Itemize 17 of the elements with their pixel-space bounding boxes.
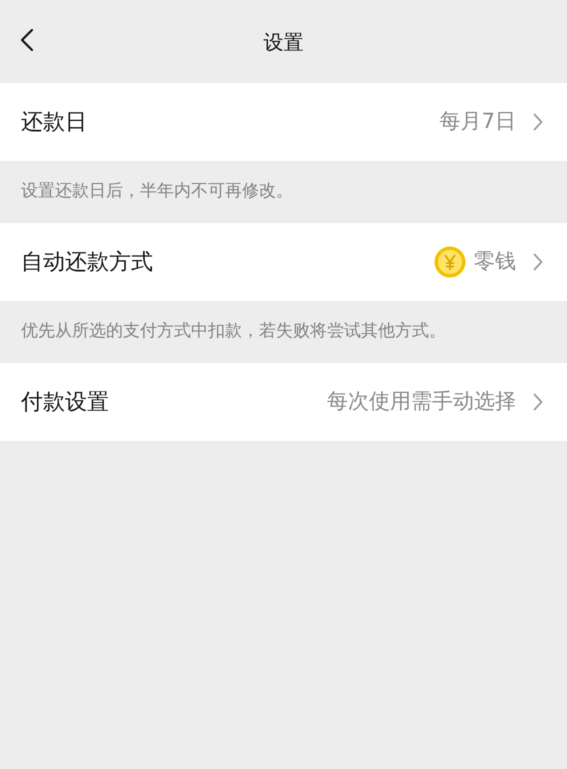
back-icon[interactable] bbox=[20, 28, 34, 52]
settings-row[interactable]: 自动还款方式 零钱 bbox=[0, 223, 567, 301]
setting-value: 零钱 bbox=[474, 248, 516, 276]
setting-label: 自动还款方式 bbox=[21, 248, 153, 276]
setting-value: 每月7日 bbox=[440, 108, 516, 136]
hint-text: 优先从所选的支付方式中扣款，若失败将尝试其他方式。 bbox=[21, 320, 446, 344]
chevron-right-icon bbox=[533, 113, 543, 131]
settings-row[interactable]: 还款日 每月7日 bbox=[0, 83, 567, 161]
setting-label: 付款设置 bbox=[21, 388, 109, 416]
setting-label: 还款日 bbox=[21, 108, 87, 136]
settings-row[interactable]: 付款设置 每次使用需手动选择 bbox=[0, 363, 567, 441]
hint-text: 设置还款日后，半年内不可再修改。 bbox=[21, 180, 293, 204]
coin-icon bbox=[434, 246, 466, 278]
setting-value: 每次使用需手动选择 bbox=[327, 388, 516, 416]
page-title: 设置 bbox=[264, 28, 304, 56]
chevron-right-icon bbox=[533, 393, 543, 411]
chevron-right-icon bbox=[533, 253, 543, 271]
